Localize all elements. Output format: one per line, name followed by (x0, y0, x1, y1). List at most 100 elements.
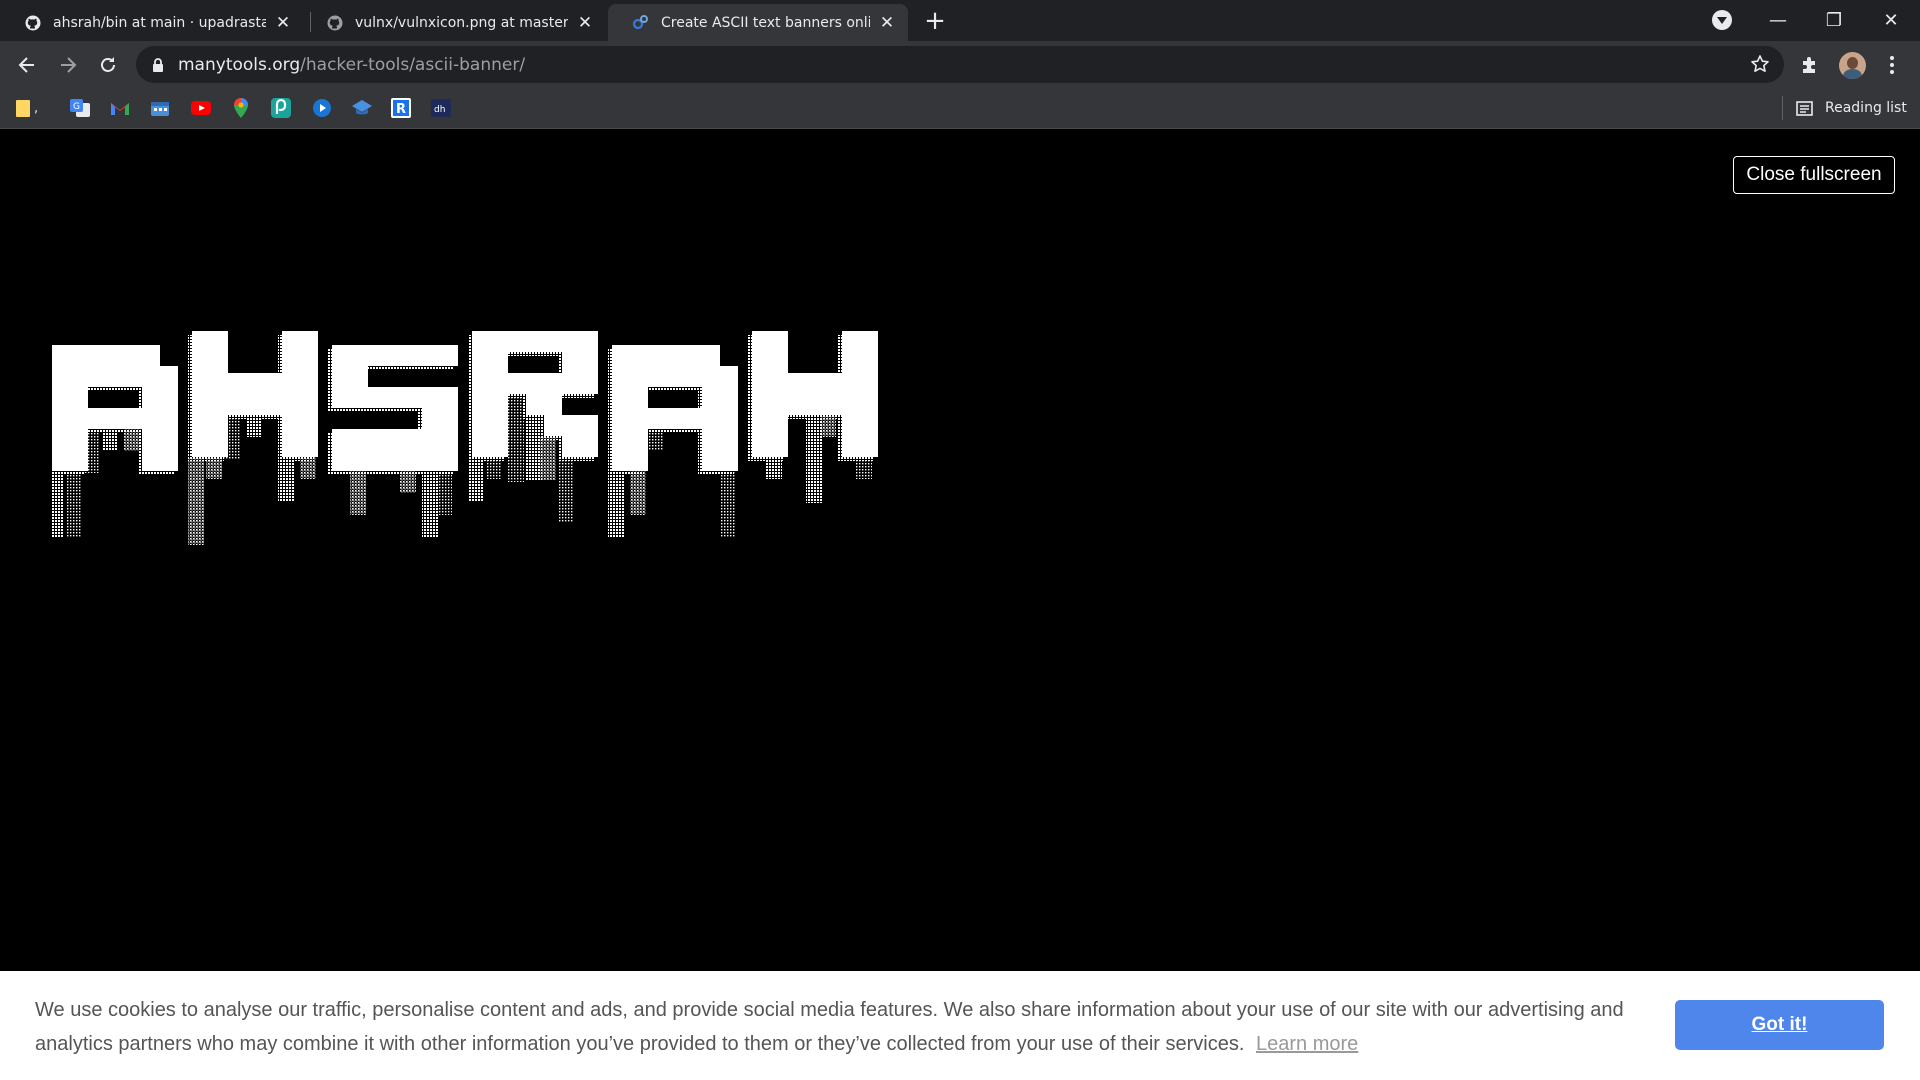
bookmark-calendar-app[interactable] (148, 96, 172, 120)
tab-vulnx-icon[interactable]: vulnx/vulnxicon.png at master · a ✕ (302, 4, 606, 41)
banner-block (472, 352, 490, 373)
banner-block (860, 352, 878, 373)
banner-block (770, 373, 788, 394)
banner-drip (300, 457, 316, 479)
avatar-head (1847, 57, 1858, 69)
banner-letters (52, 331, 878, 471)
banner-block (70, 429, 88, 450)
banner-block (720, 366, 738, 387)
profile-avatar[interactable] (1839, 52, 1866, 79)
back-button[interactable] (11, 49, 43, 81)
banner-block (612, 429, 630, 450)
close-fullscreen-button[interactable]: Close fullscreen (1733, 156, 1895, 194)
banner-drip (278, 457, 294, 501)
ascii-banner-art (48, 331, 878, 545)
banner-block (142, 408, 160, 429)
banner-drip (856, 457, 872, 479)
banner-block (142, 429, 160, 450)
banner-block (282, 373, 300, 394)
play-circle-icon (313, 99, 331, 117)
banner-block (300, 352, 318, 373)
banner-block (752, 436, 770, 457)
banner-block (160, 408, 178, 429)
banner-block (806, 373, 824, 394)
banner-block (860, 331, 878, 352)
calendar-app-icon (151, 102, 169, 116)
banner-block (702, 366, 720, 387)
close-window-button[interactable]: ✕ (1866, 0, 1916, 41)
banner-block (300, 415, 318, 436)
tab-search-button[interactable] (1712, 10, 1732, 30)
bookmark-teal-app[interactable] (269, 96, 293, 120)
google-maps-icon (234, 98, 248, 118)
new-tab-button[interactable]: + (921, 8, 949, 36)
banner-block (666, 345, 684, 366)
bookmark-play-app[interactable] (310, 96, 334, 120)
banner-block (806, 394, 824, 415)
svg-text:dh: dh (434, 105, 445, 115)
banner-block (580, 436, 598, 457)
banner-block (300, 331, 318, 352)
banner-block (332, 345, 350, 366)
banner-block (160, 387, 178, 408)
banner-block (788, 373, 806, 394)
banner-block (422, 450, 440, 471)
banner-block (720, 450, 738, 471)
tab-ahsrah-bin[interactable]: ahsrah/bin at main · upadrastaha ✕ (0, 4, 304, 41)
bookmark-dh-app[interactable]: dh (429, 96, 453, 120)
banner-block (770, 394, 788, 415)
restore-button[interactable]: ❐ (1809, 0, 1859, 41)
banner-block (350, 450, 368, 471)
banner-block (720, 429, 738, 450)
tab-title: ahsrah/bin at main · upadrastaha (53, 14, 266, 31)
bookmark-youtube[interactable] (189, 96, 213, 120)
kebab-menu-icon[interactable] (1880, 53, 1904, 77)
banner-block (404, 450, 422, 471)
banner-block (612, 345, 630, 366)
tab-strip: ahsrah/bin at main · upadrastaha ✕ vulnx… (0, 0, 1920, 41)
bookmark-r-app[interactable]: R (389, 96, 413, 120)
close-icon[interactable]: ✕ (576, 14, 594, 32)
banner-block (422, 429, 440, 450)
banner-block (630, 366, 648, 387)
dh-app-icon: dh (431, 99, 451, 117)
bookmark-education[interactable] (350, 96, 374, 120)
bookmark-google-maps[interactable] (229, 96, 253, 120)
bookmark-star-icon[interactable] (1750, 54, 1770, 78)
browser-toolbar: manytools.org/hacker-tools/ascii-banner/ (0, 41, 1920, 88)
extensions-puzzle-icon[interactable] (1798, 53, 1822, 77)
url-path: /hacker-tools/ascii-banner/ (300, 55, 526, 75)
banner-block (300, 373, 318, 394)
close-icon[interactable]: ✕ (878, 14, 896, 32)
bookmark-google-translate[interactable]: G (68, 96, 92, 120)
banner-block (368, 345, 386, 366)
banner-block (702, 345, 720, 366)
reload-button[interactable] (92, 49, 124, 81)
banner-block (860, 415, 878, 436)
bookmark-folder[interactable]: , (16, 96, 50, 120)
banner-block (842, 436, 860, 457)
bookmark-gmail[interactable] (108, 96, 132, 120)
got-it-button[interactable]: Got it! (1675, 1000, 1884, 1050)
reading-list-label: Reading list (1825, 100, 1907, 116)
minimize-button[interactable]: — (1753, 0, 1803, 41)
banner-block (88, 366, 106, 387)
address-bar[interactable]: manytools.org/hacker-tools/ascii-banner/ (136, 46, 1784, 83)
banner-drip (820, 415, 836, 437)
forward-button[interactable] (52, 49, 84, 81)
learn-more-link[interactable]: Learn more (1256, 1033, 1358, 1055)
banner-block (282, 331, 300, 352)
github-icon (326, 14, 343, 31)
banner-block (544, 415, 562, 436)
banner-block (404, 387, 422, 408)
tab-ascii-banners[interactable]: Create ASCII text banners online ✕ (608, 4, 908, 41)
banner-block (544, 331, 562, 352)
banner-block (702, 450, 720, 471)
banner-block (630, 387, 648, 408)
banner-block (580, 352, 598, 373)
reading-list-button[interactable]: Reading list (1796, 96, 1907, 120)
banner-block (612, 450, 630, 471)
banner-block (70, 345, 88, 366)
close-icon[interactable]: ✕ (274, 14, 292, 32)
banner-block (300, 436, 318, 457)
